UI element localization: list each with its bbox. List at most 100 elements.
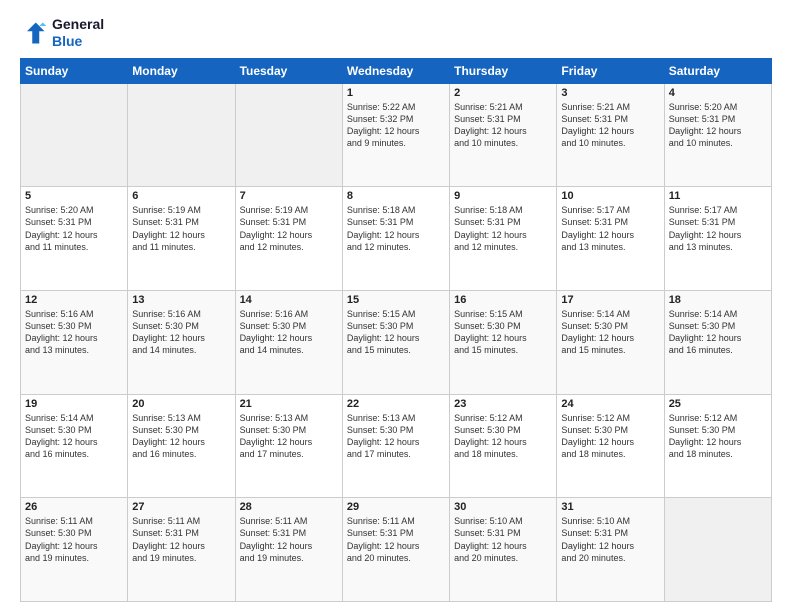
day-number: 27 xyxy=(132,501,230,513)
week-row-4: 19 Sunrise: 5:14 AM Sunset: 5:30 PM Dayli… xyxy=(21,394,772,498)
col-header-tuesday: Tuesday xyxy=(235,58,342,83)
day-number: 19 xyxy=(25,398,123,410)
day-number: 24 xyxy=(561,398,659,410)
day-number: 10 xyxy=(561,190,659,202)
day-cell-15: 15 Sunrise: 5:15 AM Sunset: 5:30 PM Dayli… xyxy=(342,290,449,394)
day-number: 21 xyxy=(240,398,338,410)
day-cell-22: 22 Sunrise: 5:13 AM Sunset: 5:30 PM Dayli… xyxy=(342,394,449,498)
day-info: Sunrise: 5:12 AM Sunset: 5:30 PM Dayligh… xyxy=(561,412,659,461)
day-number: 26 xyxy=(25,501,123,513)
day-cell-26: 26Sunrise: 5:11 AM Sunset: 5:30 PM Dayli… xyxy=(21,498,128,602)
day-cell-19: 19 Sunrise: 5:14 AM Sunset: 5:30 PM Dayli… xyxy=(21,394,128,498)
day-cell-9: 9 Sunrise: 5:18 AM Sunset: 5:31 PM Daylig… xyxy=(450,187,557,291)
day-number: 1 xyxy=(347,87,445,99)
logo-general: General xyxy=(52,16,104,33)
day-info: Sunrise: 5:19 AM Sunset: 5:31 PM Dayligh… xyxy=(240,204,338,253)
day-info: Sunrise: 5:17 AM Sunset: 5:31 PM Dayligh… xyxy=(669,204,767,253)
day-number: 28 xyxy=(240,501,338,513)
day-number: 17 xyxy=(561,294,659,306)
empty-cell xyxy=(128,83,235,187)
day-info: Sunrise: 5:13 AM Sunset: 5:30 PM Dayligh… xyxy=(240,412,338,461)
day-cell-10: 10 Sunrise: 5:17 AM Sunset: 5:31 PM Dayli… xyxy=(557,187,664,291)
day-info: Sunrise: 5:22 AM Sunset: 5:32 PM Dayligh… xyxy=(347,101,445,150)
day-info: Sunrise: 5:10 AM Sunset: 5:31 PM Dayligh… xyxy=(454,515,552,564)
day-cell-1: 1 Sunrise: 5:22 AM Sunset: 5:32 PM Daylig… xyxy=(342,83,449,187)
day-cell-7: 7 Sunrise: 5:19 AM Sunset: 5:31 PM Daylig… xyxy=(235,187,342,291)
day-number: 8 xyxy=(347,190,445,202)
day-info: Sunrise: 5:16 AM Sunset: 5:30 PM Dayligh… xyxy=(25,308,123,357)
day-cell-17: 17 Sunrise: 5:14 AM Sunset: 5:30 PM Dayli… xyxy=(557,290,664,394)
day-info: Sunrise: 5:13 AM Sunset: 5:30 PM Dayligh… xyxy=(347,412,445,461)
day-number: 4 xyxy=(669,87,767,99)
day-number: 15 xyxy=(347,294,445,306)
day-cell-5: 5Sunrise: 5:20 AM Sunset: 5:31 PM Daylig… xyxy=(21,187,128,291)
day-info: Sunrise: 5:15 AM Sunset: 5:30 PM Dayligh… xyxy=(454,308,552,357)
day-cell-18: 18 Sunrise: 5:14 AM Sunset: 5:30 PM Dayli… xyxy=(664,290,771,394)
empty-cell xyxy=(664,498,771,602)
day-info: Sunrise: 5:20 AM Sunset: 5:31 PM Dayligh… xyxy=(669,101,767,150)
calendar: SundayMondayTuesdayWednesdayThursdayFrid… xyxy=(20,58,772,602)
day-cell-11: 11Sunrise: 5:17 AM Sunset: 5:31 PM Dayli… xyxy=(664,187,771,291)
day-info: Sunrise: 5:14 AM Sunset: 5:30 PM Dayligh… xyxy=(25,412,123,461)
day-cell-16: 16Sunrise: 5:15 AM Sunset: 5:30 PM Dayli… xyxy=(450,290,557,394)
day-info: Sunrise: 5:15 AM Sunset: 5:30 PM Dayligh… xyxy=(347,308,445,357)
header-row: SundayMondayTuesdayWednesdayThursdayFrid… xyxy=(21,58,772,83)
week-row-5: 26Sunrise: 5:11 AM Sunset: 5:30 PM Dayli… xyxy=(21,498,772,602)
week-row-1: 1 Sunrise: 5:22 AM Sunset: 5:32 PM Daylig… xyxy=(21,83,772,187)
day-info: Sunrise: 5:17 AM Sunset: 5:31 PM Dayligh… xyxy=(561,204,659,253)
day-cell-4: 4 Sunrise: 5:20 AM Sunset: 5:31 PM Daylig… xyxy=(664,83,771,187)
day-number: 30 xyxy=(454,501,552,513)
empty-cell xyxy=(235,83,342,187)
day-cell-2: 2Sunrise: 5:21 AM Sunset: 5:31 PM Daylig… xyxy=(450,83,557,187)
week-row-2: 5Sunrise: 5:20 AM Sunset: 5:31 PM Daylig… xyxy=(21,187,772,291)
day-info: Sunrise: 5:11 AM Sunset: 5:31 PM Dayligh… xyxy=(240,515,338,564)
empty-cell xyxy=(21,83,128,187)
day-number: 7 xyxy=(240,190,338,202)
day-cell-29: 29 Sunrise: 5:11 AM Sunset: 5:31 PM Dayli… xyxy=(342,498,449,602)
day-cell-6: 6Sunrise: 5:19 AM Sunset: 5:31 PM Daylig… xyxy=(128,187,235,291)
day-cell-27: 27 Sunrise: 5:11 AM Sunset: 5:31 PM Dayli… xyxy=(128,498,235,602)
day-number: 29 xyxy=(347,501,445,513)
col-header-friday: Friday xyxy=(557,58,664,83)
day-cell-28: 28 Sunrise: 5:11 AM Sunset: 5:31 PM Dayli… xyxy=(235,498,342,602)
day-info: Sunrise: 5:14 AM Sunset: 5:30 PM Dayligh… xyxy=(561,308,659,357)
day-cell-21: 21 Sunrise: 5:13 AM Sunset: 5:30 PM Dayli… xyxy=(235,394,342,498)
day-number: 18 xyxy=(669,294,767,306)
day-info: Sunrise: 5:11 AM Sunset: 5:31 PM Dayligh… xyxy=(132,515,230,564)
day-number: 23 xyxy=(454,398,552,410)
day-number: 14 xyxy=(240,294,338,306)
day-cell-13: 13Sunrise: 5:16 AM Sunset: 5:30 PM Dayli… xyxy=(128,290,235,394)
day-cell-25: 25Sunrise: 5:12 AM Sunset: 5:30 PM Dayli… xyxy=(664,394,771,498)
col-header-wednesday: Wednesday xyxy=(342,58,449,83)
col-header-sunday: Sunday xyxy=(21,58,128,83)
day-info: Sunrise: 5:18 AM Sunset: 5:31 PM Dayligh… xyxy=(347,204,445,253)
day-cell-20: 20 Sunrise: 5:13 AM Sunset: 5:30 PM Dayli… xyxy=(128,394,235,498)
logo: General Blue xyxy=(20,16,104,50)
logo-blue: Blue xyxy=(52,33,104,50)
day-number: 12 xyxy=(25,294,123,306)
day-cell-23: 23 Sunrise: 5:12 AM Sunset: 5:30 PM Dayli… xyxy=(450,394,557,498)
day-cell-31: 31Sunrise: 5:10 AM Sunset: 5:31 PM Dayli… xyxy=(557,498,664,602)
day-info: Sunrise: 5:10 AM Sunset: 5:31 PM Dayligh… xyxy=(561,515,659,564)
day-number: 9 xyxy=(454,190,552,202)
day-info: Sunrise: 5:14 AM Sunset: 5:30 PM Dayligh… xyxy=(669,308,767,357)
day-number: 20 xyxy=(132,398,230,410)
day-number: 22 xyxy=(347,398,445,410)
day-number: 25 xyxy=(669,398,767,410)
day-info: Sunrise: 5:11 AM Sunset: 5:31 PM Dayligh… xyxy=(347,515,445,564)
day-info: Sunrise: 5:16 AM Sunset: 5:30 PM Dayligh… xyxy=(240,308,338,357)
day-number: 13 xyxy=(132,294,230,306)
day-info: Sunrise: 5:21 AM Sunset: 5:31 PM Dayligh… xyxy=(454,101,552,150)
day-info: Sunrise: 5:18 AM Sunset: 5:31 PM Dayligh… xyxy=(454,204,552,253)
day-info: Sunrise: 5:21 AM Sunset: 5:31 PM Dayligh… xyxy=(561,101,659,150)
day-info: Sunrise: 5:13 AM Sunset: 5:30 PM Dayligh… xyxy=(132,412,230,461)
logo-icon xyxy=(20,19,48,47)
page: General Blue SundayMondayTuesdayWednesda… xyxy=(0,0,792,612)
day-cell-30: 30 Sunrise: 5:10 AM Sunset: 5:31 PM Dayli… xyxy=(450,498,557,602)
day-info: Sunrise: 5:12 AM Sunset: 5:30 PM Dayligh… xyxy=(454,412,552,461)
day-info: Sunrise: 5:20 AM Sunset: 5:31 PM Dayligh… xyxy=(25,204,123,253)
day-cell-14: 14 Sunrise: 5:16 AM Sunset: 5:30 PM Dayli… xyxy=(235,290,342,394)
col-header-thursday: Thursday xyxy=(450,58,557,83)
col-header-monday: Monday xyxy=(128,58,235,83)
col-header-saturday: Saturday xyxy=(664,58,771,83)
